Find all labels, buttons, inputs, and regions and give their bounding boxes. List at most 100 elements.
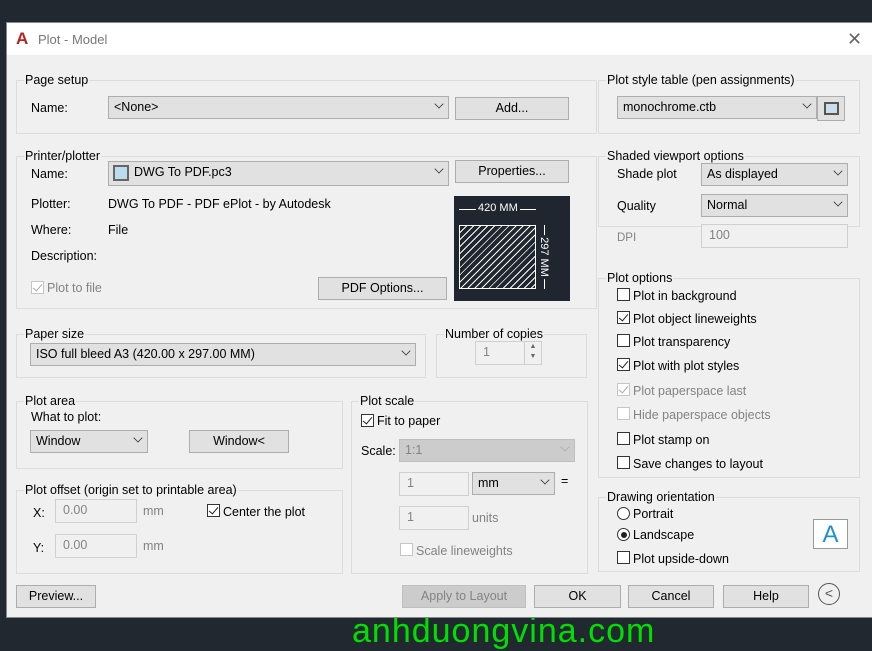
select-value: mm bbox=[478, 476, 499, 490]
upside-down-label: Plot upside-down bbox=[633, 552, 729, 566]
scale-lineweights-checkbox[interactable] bbox=[400, 543, 413, 556]
group-title: Printer/plotter bbox=[24, 149, 102, 163]
select-value: 1:1 bbox=[405, 443, 423, 457]
chevron-down-icon bbox=[540, 475, 550, 485]
group-title: Shaded viewport options bbox=[606, 149, 745, 163]
chevron-down-icon bbox=[802, 99, 812, 109]
plot-option-checkbox[interactable] bbox=[617, 311, 630, 324]
y-offset-unit: mm bbox=[143, 539, 164, 553]
plot-option-label: Plot transparency bbox=[633, 335, 731, 349]
scale-unit-select[interactable]: mm bbox=[472, 472, 555, 495]
chevron-down-icon bbox=[560, 442, 570, 452]
group-title: Plot scale bbox=[359, 394, 416, 408]
group-title: Drawing orientation bbox=[606, 490, 716, 504]
x-offset-unit: mm bbox=[143, 504, 164, 518]
autocad-logo-icon: A bbox=[16, 29, 29, 48]
chevron-left-circle-icon[interactable]: < bbox=[818, 583, 840, 605]
scale-units-label: units bbox=[472, 511, 499, 525]
preview-button[interactable]: Preview... bbox=[16, 585, 96, 608]
plot-option-checkbox[interactable] bbox=[617, 432, 630, 445]
select-value: DWG To PDF.pc3 bbox=[134, 165, 232, 179]
pdf-options-button[interactable]: PDF Options... bbox=[318, 277, 447, 300]
y-offset-input[interactable]: 0.00 bbox=[55, 534, 137, 558]
printer-name-label: Name: bbox=[31, 167, 68, 181]
scale-select[interactable]: 1:1 bbox=[399, 439, 575, 462]
what-to-plot-select[interactable]: Window bbox=[30, 430, 148, 453]
plot-options-group: Plot options bbox=[598, 271, 860, 478]
where-value: File bbox=[108, 223, 129, 237]
paper-preview: 420 MM 297 MM bbox=[454, 196, 570, 301]
group-title: Paper size bbox=[24, 327, 86, 341]
plotter-value: DWG To PDF - PDF ePlot - by Autodesk bbox=[108, 197, 331, 211]
plot-to-file-checkbox[interactable] bbox=[31, 281, 44, 294]
orientation-preview-icon: A bbox=[813, 519, 848, 549]
where-label: Where: bbox=[31, 223, 72, 237]
paper-size-select[interactable]: ISO full bleed A3 (420.00 x 297.00 MM) bbox=[30, 343, 416, 366]
select-value: Window bbox=[36, 434, 81, 448]
scale-label: Scale: bbox=[361, 444, 396, 458]
dpi-label: DPI bbox=[617, 232, 637, 244]
window-pick-button[interactable]: Window< bbox=[189, 430, 289, 453]
preview-height-label: 297 MM bbox=[537, 235, 550, 279]
portrait-radio[interactable] bbox=[617, 507, 630, 520]
plot-option-checkbox[interactable] bbox=[617, 334, 630, 347]
center-plot-label: Center the plot bbox=[223, 505, 305, 519]
cancel-button[interactable]: Cancel bbox=[628, 585, 714, 608]
scale-value-2-input[interactable]: 1 bbox=[399, 506, 469, 530]
what-to-plot-label: What to plot: bbox=[31, 410, 102, 424]
portrait-label: Portrait bbox=[633, 507, 674, 521]
window-title: Plot - Model bbox=[38, 32, 108, 47]
center-plot-checkbox[interactable] bbox=[207, 504, 220, 517]
plot-option-label: Plot paperspace last bbox=[633, 384, 747, 398]
shade-plot-select[interactable]: As displayed bbox=[701, 163, 848, 186]
title-bar: A Plot - Model ✕ bbox=[7, 23, 872, 55]
chevron-down-icon bbox=[133, 433, 143, 443]
x-offset-label: X: bbox=[33, 506, 45, 520]
copies-stepper[interactable]: ▲ ▼ bbox=[524, 342, 541, 364]
plot-option-checkbox[interactable] bbox=[617, 407, 630, 420]
select-value: As displayed bbox=[707, 167, 778, 181]
printer-name-select[interactable]: DWG To PDF.pc3 bbox=[108, 161, 449, 186]
scale-lineweights-label: Scale lineweights bbox=[416, 544, 513, 558]
description-label: Description: bbox=[31, 249, 97, 263]
page-setup-name-label: Name: bbox=[31, 101, 68, 115]
equals-sign: = bbox=[561, 474, 569, 488]
upside-down-checkbox[interactable] bbox=[617, 551, 630, 564]
plot-option-label: Save changes to layout bbox=[633, 457, 763, 471]
chevron-down-icon bbox=[434, 164, 444, 174]
plot-option-checkbox[interactable] bbox=[617, 383, 630, 396]
plot-style-edit-icon[interactable] bbox=[817, 96, 845, 121]
select-value: ISO full bleed A3 (420.00 x 297.00 MM) bbox=[36, 347, 255, 361]
plot-option-label: Hide paperspace objects bbox=[633, 408, 771, 422]
plot-option-checkbox[interactable] bbox=[617, 358, 630, 371]
plot-style-select[interactable]: monochrome.ctb bbox=[617, 96, 817, 119]
chevron-down-icon bbox=[833, 166, 843, 176]
page-setup-name-select[interactable]: <None> bbox=[108, 96, 449, 119]
ok-button[interactable]: OK bbox=[534, 585, 621, 608]
quality-select[interactable]: Normal bbox=[701, 194, 848, 217]
scale-value-1-input[interactable]: 1 bbox=[399, 472, 469, 496]
preview-width-label: 420 MM bbox=[476, 202, 520, 214]
landscape-label: Landscape bbox=[633, 528, 695, 542]
properties-button[interactable]: Properties... bbox=[455, 160, 569, 183]
close-icon[interactable]: ✕ bbox=[847, 29, 862, 50]
plot-option-checkbox[interactable] bbox=[617, 456, 630, 469]
group-title: Plot offset (origin set to printable are… bbox=[24, 483, 238, 497]
group-title: Page setup bbox=[24, 73, 90, 87]
help-button[interactable]: Help bbox=[723, 585, 809, 608]
select-value: monochrome.ctb bbox=[623, 100, 717, 114]
apply-to-layout-button[interactable]: Apply to Layout bbox=[402, 585, 526, 608]
add-button[interactable]: Add... bbox=[455, 97, 569, 120]
chevron-down-icon bbox=[833, 197, 843, 207]
shade-plot-label: Shade plot bbox=[617, 167, 677, 181]
plotter-glyph bbox=[824, 102, 839, 115]
plot-option-label: Plot in background bbox=[633, 289, 737, 303]
x-offset-input[interactable]: 0.00 bbox=[55, 499, 137, 523]
plot-option-label: Plot stamp on bbox=[633, 433, 710, 447]
plot-option-label: Plot object lineweights bbox=[633, 312, 757, 326]
dpi-input[interactable]: 100 bbox=[701, 224, 848, 248]
plot-option-checkbox[interactable] bbox=[617, 288, 630, 301]
fit-to-paper-checkbox[interactable] bbox=[361, 414, 374, 427]
group-title: Plot area bbox=[24, 394, 77, 408]
landscape-radio[interactable] bbox=[617, 528, 630, 541]
